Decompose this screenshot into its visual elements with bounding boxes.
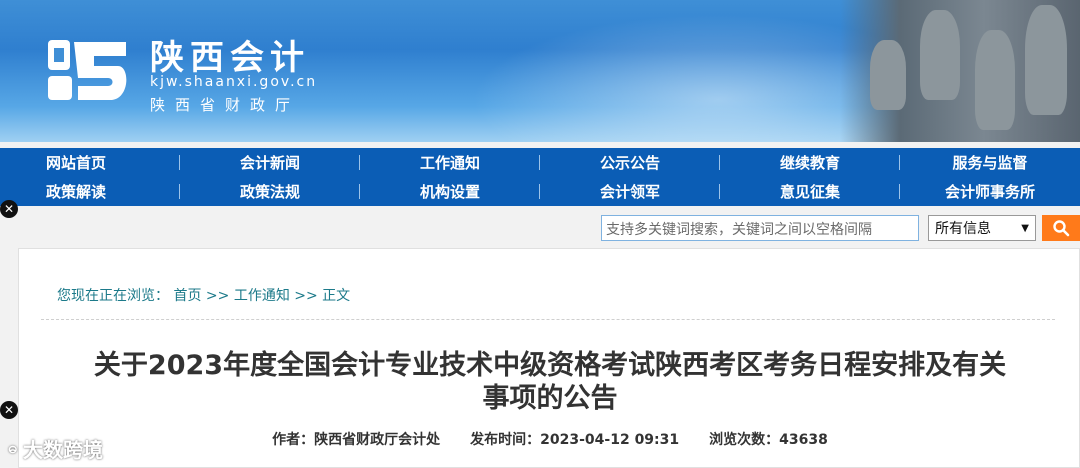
watermark: ဓ 大数跨境 bbox=[8, 434, 103, 463]
publish-time: 发布时间：2023-04-12 09:31 bbox=[470, 432, 680, 448]
breadcrumb-prefix: 您现在正在浏览： bbox=[57, 288, 169, 304]
nav-item-opinion-collection[interactable]: 意见征集 bbox=[720, 177, 900, 206]
nav-item-organization[interactable]: 机构设置 bbox=[360, 177, 540, 206]
close-icon-2[interactable]: ✕ bbox=[0, 401, 18, 419]
banner-map-graphic bbox=[430, 0, 910, 142]
site-title: 陕西会计 bbox=[150, 38, 310, 78]
nav-item-policy-interpretation[interactable]: 政策解读 bbox=[0, 177, 180, 206]
nav-item-accounting-leaders[interactable]: 会计领军 bbox=[540, 177, 720, 206]
breadcrumb: 您现在正在浏览： 首页 >> 工作通知 >> 正文 bbox=[57, 285, 350, 305]
nav-item-home[interactable]: 网站首页 bbox=[0, 148, 180, 177]
breadcrumb-path[interactable]: 首页 >> 工作通知 >> 正文 bbox=[173, 288, 350, 304]
dropdown-arrow-icon: ▼ bbox=[1021, 222, 1029, 234]
close-icon[interactable]: ✕ bbox=[0, 200, 18, 218]
author-info: 作者：陕西省财政厅会计处 bbox=[272, 432, 441, 448]
site-logo-icon[interactable] bbox=[48, 36, 130, 104]
breadcrumb-divider bbox=[41, 319, 1055, 320]
nav-item-service-supervision[interactable]: 服务与监督 bbox=[900, 148, 1080, 177]
article-title: 关于2023年度全国会计专业技术中级资格考试陕西考区考务日程安排及有关 事项的公… bbox=[19, 349, 1080, 415]
article-title-line-2: 事项的公告 bbox=[482, 383, 618, 414]
nav-row-1: 网站首页 会计新闻 工作通知 公示公告 继续教育 服务与监督 bbox=[0, 148, 1080, 177]
main-nav: 网站首页 会计新闻 工作通知 公示公告 继续教育 服务与监督 政策解读 政策法规… bbox=[0, 148, 1080, 206]
nav-item-work-notice[interactable]: 工作通知 bbox=[360, 148, 540, 177]
nav-item-accounting-news[interactable]: 会计新闻 bbox=[180, 148, 360, 177]
watermark-text: 大数跨境 bbox=[23, 438, 103, 462]
search-scope-value: 所有信息 bbox=[935, 221, 991, 237]
nav-item-accounting-firms[interactable]: 会计师事务所 bbox=[900, 177, 1080, 206]
terracotta-warriors-image bbox=[840, 0, 1080, 142]
nav-item-policies-regulations[interactable]: 政策法规 bbox=[180, 177, 360, 206]
nav-item-announcements[interactable]: 公示公告 bbox=[540, 148, 720, 177]
search-scope-select[interactable]: 所有信息 ▼ bbox=[928, 215, 1036, 241]
article-meta: 作者：陕西省财政厅会计处 发布时间：2023-04-12 09:31 浏览次数：… bbox=[19, 429, 1080, 449]
nav-item-continuing-education[interactable]: 继续教育 bbox=[720, 148, 900, 177]
view-count: 浏览次数：43638 bbox=[709, 432, 828, 448]
nav-row-2: 政策解读 政策法规 机构设置 会计领军 意见征集 会计师事务所 bbox=[0, 177, 1080, 206]
article-panel: 您现在正在浏览： 首页 >> 工作通知 >> 正文 关于2023年度全国会计专业… bbox=[18, 248, 1080, 468]
site-url: kjw.shaanxi.gov.cn bbox=[150, 74, 318, 90]
search-button[interactable] bbox=[1042, 215, 1080, 241]
site-banner: 陕西会计 kjw.shaanxi.gov.cn 陕西省财政厅 bbox=[0, 0, 1080, 142]
watermark-logo-icon: ဓ bbox=[8, 437, 17, 457]
search-input[interactable]: 支持多关键词搜索，关键词之间以空格间隔 bbox=[601, 215, 919, 241]
search-icon bbox=[1053, 220, 1070, 237]
article-title-line-1: 关于2023年度全国会计专业技术中级资格考试陕西考区考务日程安排及有关 bbox=[93, 350, 1007, 381]
site-subtitle: 陕西省财政厅 bbox=[150, 96, 301, 114]
